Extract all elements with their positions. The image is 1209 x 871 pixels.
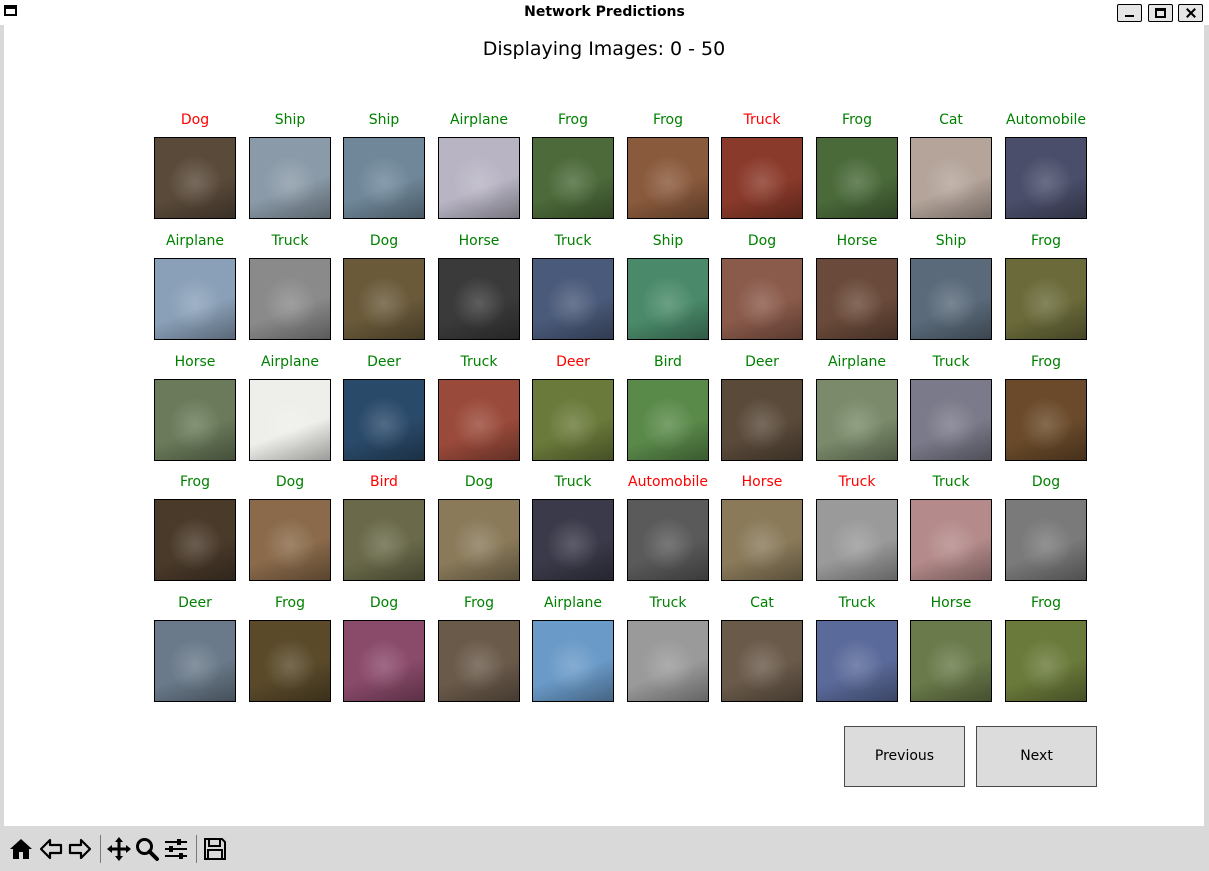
sample-image: [249, 379, 331, 461]
sample-image: [721, 620, 803, 702]
sample-image: [1005, 258, 1087, 340]
sample-image: [249, 137, 331, 219]
previous-button[interactable]: Previous: [844, 726, 965, 787]
sample-image: [343, 499, 425, 581]
sample-image: [249, 499, 331, 581]
zoom-icon[interactable]: [134, 836, 160, 862]
sample-image: [532, 620, 614, 702]
sample-image: [627, 137, 709, 219]
sample-image: [1005, 137, 1087, 219]
sample-image: [816, 620, 898, 702]
sample-image: [343, 620, 425, 702]
sample-image: [721, 258, 803, 340]
sample-image: [343, 258, 425, 340]
sample-image: [816, 379, 898, 461]
sample-image: [532, 258, 614, 340]
forward-icon[interactable]: [67, 836, 93, 862]
sample-image: [816, 137, 898, 219]
sample-image: [154, 620, 236, 702]
back-icon[interactable]: [38, 836, 64, 862]
close-button[interactable]: [1178, 4, 1203, 22]
minimize-button[interactable]: [1117, 4, 1142, 22]
sample-image: [1005, 379, 1087, 461]
sample-image: [816, 499, 898, 581]
toolbar-separator: [196, 835, 197, 863]
sample-image: [627, 258, 709, 340]
sample-image: [910, 258, 992, 340]
sample-image: [1005, 499, 1087, 581]
figure-canvas: Displaying Images: 0 - 50 Dog Ship Ship Air…: [4, 25, 1204, 826]
sample-image: [1005, 620, 1087, 702]
save-icon[interactable]: [202, 836, 228, 862]
figure-title: Displaying Images: 0 - 50: [482, 38, 726, 60]
sample-image: [438, 379, 520, 461]
title-bar: Network Predictions: [0, 0, 1209, 25]
window-title: Network Predictions: [524, 4, 685, 20]
sample-image: [154, 499, 236, 581]
sample-image: [721, 379, 803, 461]
sample-image: [910, 137, 992, 219]
prediction-label: Frog: [1031, 595, 1061, 611]
sample-image: [438, 499, 520, 581]
sample-image: [910, 379, 992, 461]
sample-image: [154, 379, 236, 461]
sample-image: [343, 379, 425, 461]
sample-image: [627, 620, 709, 702]
sample-image: [627, 499, 709, 581]
sample-image: [249, 620, 331, 702]
navigation-toolbar: [0, 826, 1209, 871]
toolbar-separator: [100, 835, 101, 863]
sample-image: [343, 137, 425, 219]
prediction-label: Dog: [1031, 474, 1061, 490]
sample-image: [438, 620, 520, 702]
sample-image: [721, 137, 803, 219]
sample-image: [532, 499, 614, 581]
sample-image: [249, 258, 331, 340]
maximize-button[interactable]: [1148, 4, 1173, 22]
sample-image: [816, 258, 898, 340]
sample-image: [532, 379, 614, 461]
sample-image: [627, 379, 709, 461]
prediction-label: Frog: [1031, 354, 1061, 370]
next-button[interactable]: Next: [976, 726, 1097, 787]
sample-image: [721, 499, 803, 581]
sample-image: [910, 499, 992, 581]
home-icon[interactable]: [8, 836, 34, 862]
sample-image: [910, 620, 992, 702]
sample-image: [154, 137, 236, 219]
sample-image: [438, 258, 520, 340]
prediction-label: Frog: [1031, 233, 1061, 249]
sample-image: [532, 137, 614, 219]
pan-icon[interactable]: [106, 836, 132, 862]
prediction-label: Automobile: [1006, 112, 1086, 128]
configure-subplots-icon[interactable]: [163, 836, 189, 862]
sample-image: [438, 137, 520, 219]
sample-image: [154, 258, 236, 340]
